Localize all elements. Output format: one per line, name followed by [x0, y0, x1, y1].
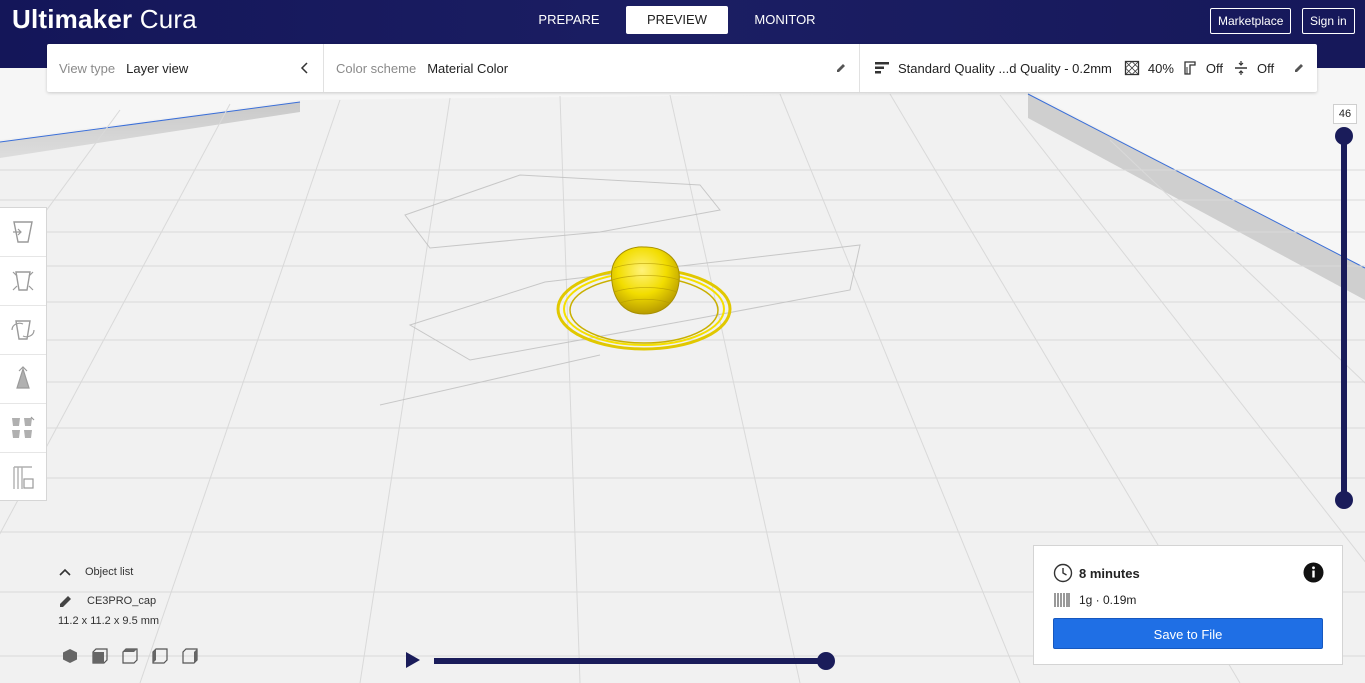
- clock-icon: [1053, 563, 1073, 583]
- color-scheme-value: Material Color: [427, 60, 509, 76]
- play-icon: [406, 652, 420, 668]
- right-view-icon[interactable]: [181, 647, 199, 665]
- profile-icon: [874, 61, 890, 75]
- color-scheme-label: Color scheme: [336, 60, 417, 76]
- filament-spool-icon: [1053, 591, 1071, 609]
- move-tool-icon[interactable]: [0, 208, 46, 257]
- support-value: Off: [1205, 60, 1224, 76]
- adhesion-value: Off: [1257, 60, 1275, 76]
- tab-preview[interactable]: PREVIEW: [626, 6, 728, 34]
- per-model-settings-icon[interactable]: [0, 404, 46, 453]
- front-view-icon[interactable]: [91, 647, 109, 665]
- tool-panel: [0, 207, 47, 501]
- view-type-label: View type: [59, 60, 116, 76]
- material-usage: 1g · 0.19m: [1079, 593, 1137, 607]
- object-list-header: Object list: [85, 566, 134, 578]
- scale-tool-icon[interactable]: [0, 257, 46, 306]
- object-list-panel: Object list CE3PRO_cap 11.2 x 11.2 x 9.5…: [58, 562, 199, 665]
- chevron-left-icon[interactable]: [300, 44, 310, 92]
- support-blocker-icon[interactable]: [0, 453, 46, 502]
- print-time-row: 8 minutes: [1053, 563, 1140, 583]
- adhesion-icon: [1233, 60, 1249, 76]
- mirror-tool-icon[interactable]: [0, 355, 46, 404]
- marketplace-button[interactable]: Marketplace: [1210, 8, 1292, 34]
- layer-slider-top-handle[interactable]: [1335, 127, 1353, 145]
- play-button[interactable]: [404, 651, 422, 674]
- object-name: CE3PRO_cap: [87, 595, 157, 607]
- stage-tabs: PREPARE PREVIEW MONITOR: [518, 6, 836, 34]
- top-view-icon[interactable]: [121, 647, 139, 665]
- edit-color-scheme-pencil-icon[interactable]: [835, 44, 847, 92]
- tab-monitor[interactable]: MONITOR: [734, 6, 836, 34]
- app-logo: Ultimaker Cura: [12, 4, 197, 35]
- save-to-file-button[interactable]: Save to File: [1053, 618, 1323, 649]
- object-name-row[interactable]: CE3PRO_cap: [58, 591, 199, 611]
- object-list-toggle[interactable]: Object list: [58, 562, 199, 582]
- print-time: 8 minutes: [1079, 565, 1140, 581]
- print-info-panel: 8 minutes 1g · 0.19m Save to File: [1033, 545, 1343, 665]
- pencil-icon: [58, 593, 74, 609]
- sign-in-button[interactable]: Sign in: [1302, 8, 1355, 34]
- infill-icon: [1124, 60, 1140, 76]
- infill-value: 40%: [1147, 60, 1174, 76]
- rotate-tool-icon[interactable]: [0, 306, 46, 355]
- logo-light: Cura: [139, 4, 197, 34]
- view-type-selector[interactable]: View type Layer view: [59, 44, 188, 92]
- layer-slider-track[interactable]: [1341, 136, 1347, 500]
- view-type-value: Layer view: [126, 60, 189, 76]
- toolbar-divider: [323, 44, 324, 92]
- view-toolbar: View type Layer view Color scheme Materi…: [47, 44, 1317, 92]
- 3d-view-icon[interactable]: [61, 647, 79, 665]
- print-settings-summary[interactable]: Standard Quality ...d Quality - 0.2mm 40…: [874, 44, 1274, 92]
- support-icon: [1182, 60, 1198, 76]
- camera-view-buttons: [61, 647, 199, 665]
- left-view-icon[interactable]: [151, 647, 169, 665]
- layer-slider-bottom-handle[interactable]: [1335, 491, 1353, 509]
- layer-number-input[interactable]: 46: [1333, 104, 1357, 124]
- logo-bold: Ultimaker: [12, 4, 133, 34]
- color-scheme-selector[interactable]: Color scheme Material Color: [336, 44, 508, 92]
- toolbar-divider: [859, 44, 860, 92]
- chevron-up-icon: [58, 567, 72, 577]
- object-dimensions: 11.2 x 11.2 x 9.5 mm: [58, 615, 160, 627]
- info-icon[interactable]: [1303, 562, 1324, 588]
- tab-prepare[interactable]: PREPARE: [518, 6, 620, 34]
- layer-progress-handle[interactable]: [817, 652, 835, 670]
- layer-progress-track[interactable]: [434, 658, 826, 664]
- material-usage-row: 1g · 0.19m: [1053, 591, 1136, 609]
- edit-settings-pencil-icon[interactable]: [1293, 44, 1305, 92]
- quality-profile: Standard Quality ...d Quality - 0.2mm: [898, 60, 1112, 76]
